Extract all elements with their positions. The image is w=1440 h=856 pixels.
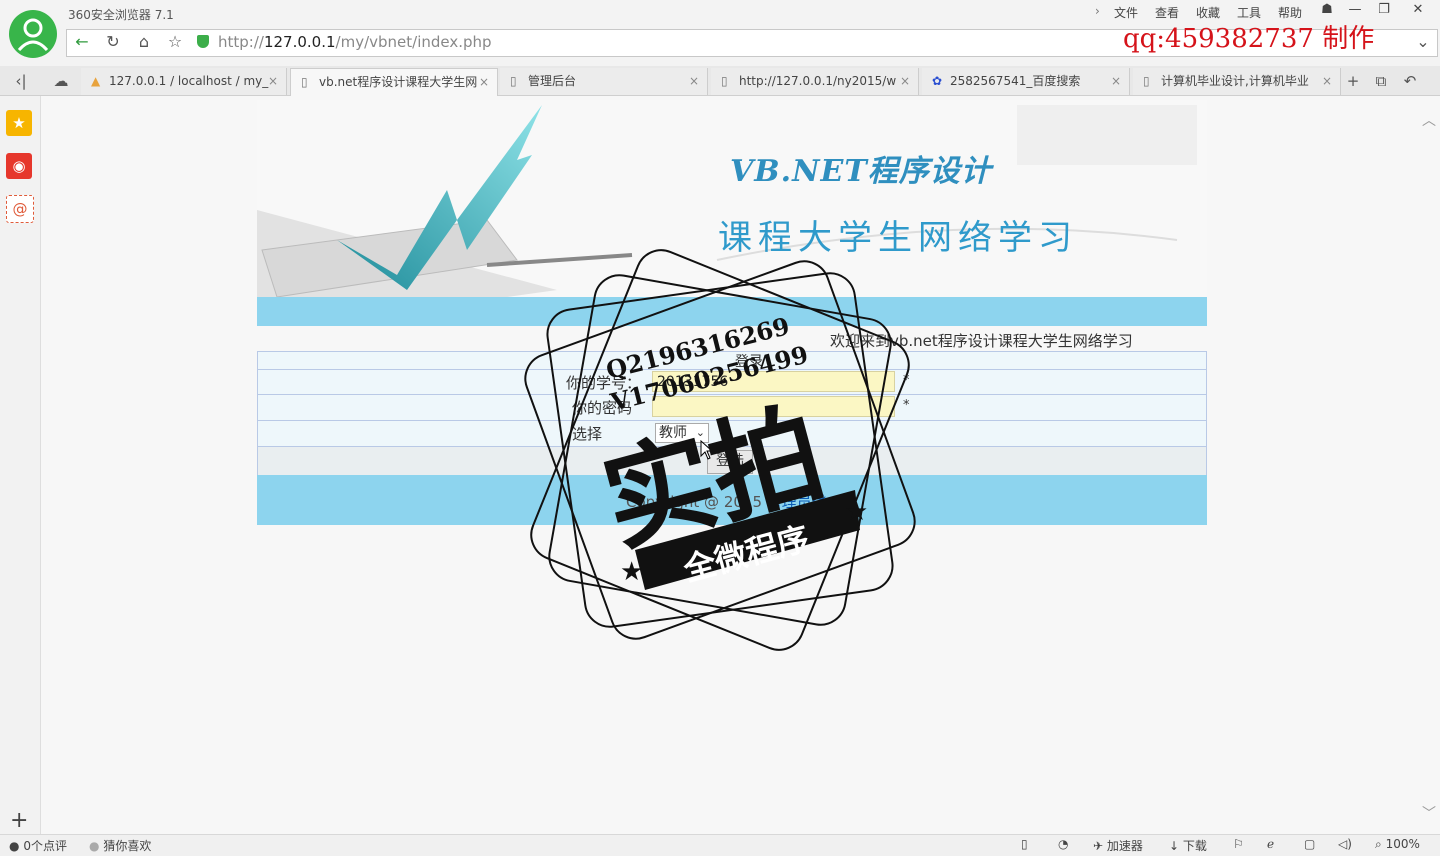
rocket-icon: ✈ (1093, 839, 1104, 853)
restore-button[interactable]: ❐ (1373, 2, 1395, 20)
home-button[interactable]: ⌂ (133, 32, 155, 52)
close-tab-icon[interactable]: × (1111, 68, 1121, 95)
copyright-text: Copyright @ 2015 管理员登 (626, 491, 827, 512)
tab-label: 127.0.0.1 / localhost / my_ (109, 74, 269, 88)
phpmyadmin-icon: ▲ (91, 74, 101, 88)
add-sidebar-icon[interactable]: + (10, 808, 28, 833)
download-label: 下载 (1182, 839, 1207, 853)
role-select-value: 教师 (659, 425, 687, 441)
back-button[interactable]: ← (71, 32, 93, 52)
tab-graduation[interactable]: ▯ 计算机毕业设计,计算机毕业 × (1133, 68, 1341, 95)
mail-icon[interactable]: @ (6, 195, 34, 223)
welcome-text: 欢迎来到vb.net程序设计课程大学生网络学习 (830, 332, 1133, 350)
role-label: 选择 (572, 425, 603, 443)
download-button[interactable]: ↓ 下载 (1169, 837, 1207, 854)
guess-label: 猜你喜欢 (103, 839, 152, 853)
close-window-button[interactable]: ✕ (1407, 2, 1429, 20)
flag-icon[interactable]: ⚐ (1233, 837, 1244, 851)
tab-label: 管理后台 (528, 74, 577, 88)
page-icon: ▯ (721, 74, 728, 88)
admin-login-link[interactable]: 管理员登 (767, 493, 827, 511)
tab-list-icon[interactable]: ⧉ (1370, 70, 1392, 92)
security-shield-icon (197, 35, 209, 48)
stamp-star-icon: ★ (620, 557, 643, 587)
tab-label: vb.net程序设计课程大学生网 (319, 75, 478, 89)
login-header: 登录 (735, 354, 763, 370)
copyright-label: Copyright @ 2015 (626, 493, 763, 511)
password-input[interactable] (652, 396, 895, 417)
cloud-icon[interactable]: ☁ (50, 70, 72, 92)
scroll-up-icon[interactable]: ︿ (1422, 110, 1436, 130)
mobile-icon[interactable]: ▯ (1021, 837, 1028, 851)
user-avatar-icon[interactable] (9, 10, 57, 58)
comments-status[interactable]: ● 0个点评 (9, 837, 67, 854)
mouse-cursor-icon (700, 439, 714, 463)
tab-label: http://127.0.0.1/ny2015/w (739, 74, 897, 88)
zoom-control[interactable]: ⌕ 100% (1375, 837, 1420, 852)
zoom-label: 100% (1385, 837, 1420, 851)
status-bar (0, 834, 1440, 856)
weibo-icon[interactable]: ◉ (6, 153, 32, 179)
baidu-icon: ✿ (932, 74, 943, 88)
tab-vbnet[interactable]: ▯ vb.net程序设计课程大学生网 × (290, 68, 498, 96)
zoom-icon: ⌕ (1375, 837, 1382, 851)
sidebar-toggle-icon[interactable]: ‹| (10, 70, 32, 92)
guess-like-status[interactable]: ● 猜你喜欢 (89, 837, 151, 854)
undo-close-icon[interactable]: ↶ (1399, 70, 1421, 92)
student-id-input[interactable]: 20131756 (652, 371, 895, 392)
scroll-down-icon[interactable]: ﹀ (1422, 803, 1436, 823)
sound-icon[interactable]: ◁) (1338, 837, 1352, 851)
tab-ny2015[interactable]: ▯ http://127.0.0.1/ny2015/w × (711, 68, 919, 95)
window-icon[interactable]: ▢ (1304, 837, 1315, 851)
comment-icon: ● (9, 839, 20, 853)
favorites-star-icon[interactable]: ★ (6, 110, 32, 136)
accelerator-button[interactable]: ✈ 加速器 (1093, 837, 1143, 854)
stamp-ribbon-text: 全微程序 (679, 519, 813, 589)
speed-icon[interactable]: ◔ (1058, 837, 1068, 851)
login-header-row (257, 351, 1207, 370)
tab-label: 计算机毕业设计,计算机毕业 (1161, 74, 1309, 88)
chevron-right-icon[interactable]: › (1095, 4, 1100, 18)
favorite-star-button[interactable]: ☆ (164, 32, 186, 52)
close-tab-icon[interactable]: × (900, 68, 910, 95)
watermark-qq-text: qq:459382737 制作 (1123, 24, 1375, 54)
close-tab-icon[interactable]: × (1322, 68, 1332, 95)
dot-icon: ● (89, 839, 100, 853)
banner-subtitle: 课程大学生网络学习 (718, 218, 1078, 258)
required-mark: * (903, 398, 910, 413)
page-icon: ▯ (1143, 74, 1150, 88)
page-icon: ▯ (510, 74, 517, 88)
page-icon: ▯ (301, 75, 308, 89)
comments-label: 0个点评 (23, 839, 67, 853)
refresh-button[interactable]: ↻ (102, 32, 124, 52)
ie-icon[interactable]: ℯ (1267, 837, 1274, 851)
accelerator-label: 加速器 (1106, 839, 1143, 853)
tab-admin[interactable]: ▯ 管理后台 × (500, 68, 708, 95)
tab-baidu[interactable]: ✿ 2582567541_百度搜索 × (922, 68, 1130, 95)
header-band (257, 297, 1207, 326)
banner-image (257, 100, 1207, 297)
tab-phpmyadmin[interactable]: ▲ 127.0.0.1 / localhost / my_ × (81, 68, 287, 95)
close-tab-icon[interactable]: × (268, 68, 278, 95)
close-tab-icon[interactable]: × (479, 69, 489, 96)
banner-title: VB.NET程序设计 (730, 154, 992, 189)
required-mark: * (903, 373, 910, 388)
tab-label: 2582567541_百度搜索 (950, 74, 1081, 88)
download-icon: ↓ (1169, 839, 1180, 853)
url-text[interactable]: http://127.0.0.1/my/vbnet/index.php (218, 33, 492, 51)
new-tab-button[interactable]: + (1342, 70, 1364, 92)
student-id-label: 你的学号： (566, 374, 642, 392)
app-title: 360安全浏览器 7.1 (68, 8, 174, 22)
password-label: 你的密码 (572, 399, 633, 417)
address-dropdown-icon[interactable]: ⌄ (1412, 32, 1434, 52)
role-row (257, 420, 1207, 447)
close-tab-icon[interactable]: × (689, 68, 699, 95)
